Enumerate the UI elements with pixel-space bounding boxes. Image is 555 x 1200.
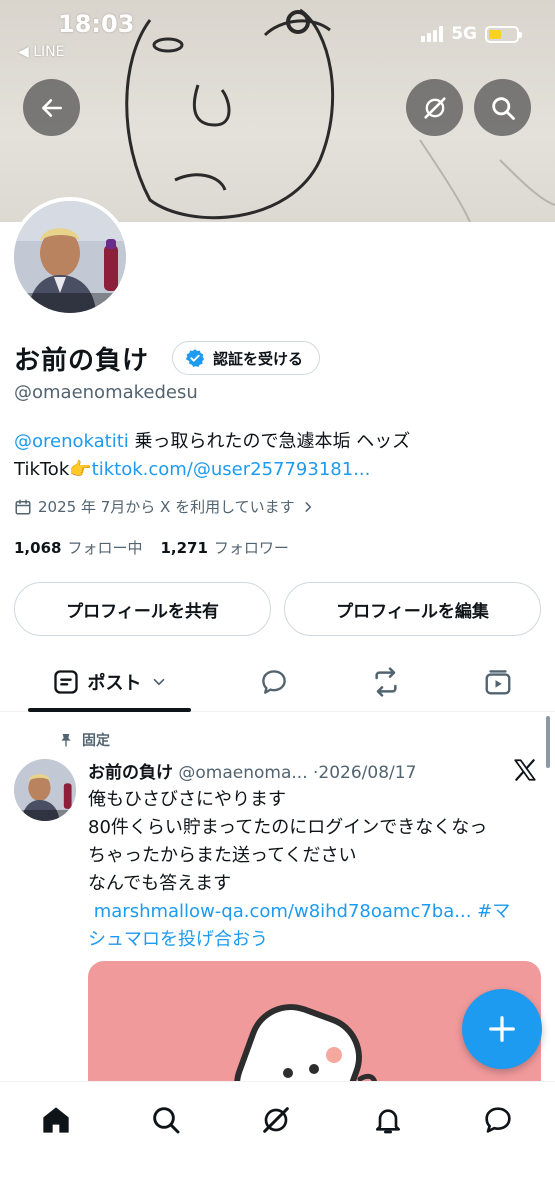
reply-icon — [262, 670, 286, 694]
avatar-photo — [14, 201, 126, 313]
post-author-name[interactable]: お前の負け — [88, 763, 173, 783]
search-icon — [491, 96, 515, 120]
post-line: なんでも答えます — [88, 873, 232, 894]
x-logo-icon — [514, 759, 536, 781]
posts-icon — [53, 670, 78, 694]
back-button[interactable] — [23, 79, 80, 136]
profile-handle: @omaenomakedesu — [14, 382, 198, 403]
edit-profile-button[interactable]: プロフィールを編集 — [284, 582, 541, 636]
nav-grok[interactable] — [256, 1100, 296, 1140]
home-icon — [43, 1107, 69, 1133]
tab-replies[interactable] — [254, 652, 294, 712]
post-body[interactable]: 俺もひさびさにやります 80件くらい貯まってたのにログインできなくなっ ちゃった… — [88, 786, 538, 954]
post-line: ちゃったからまた送ってください — [88, 845, 357, 866]
nav-messages[interactable] — [478, 1100, 518, 1140]
verified-badge-icon — [185, 349, 205, 367]
status-time: 18:03 — [58, 10, 135, 38]
following-stat[interactable]: 1,068 フォロー中 — [14, 537, 142, 558]
post-header: お前の負け @omaenoma... ·2026/08/17 — [88, 758, 416, 783]
joined-date-row[interactable]: 2025 年 7月から X を利用しています — [14, 496, 315, 517]
chevron-right-icon — [305, 501, 311, 512]
bio-mention-link[interactable]: @orenokatiti — [14, 431, 129, 452]
post-author-handle[interactable]: @omaenoma... — [178, 763, 307, 783]
post-hashtag-end[interactable]: シュマロを投げ合おう — [88, 929, 268, 950]
back-to-app-link[interactable]: ◀ LINE — [18, 44, 64, 60]
calendar-icon — [15, 499, 31, 514]
compose-button[interactable] — [462, 989, 542, 1069]
joined-date: 2025 年 7月から X を利用しています — [38, 498, 295, 516]
bio-tiktok-link[interactable]: tiktok.com/@user257793181... — [92, 459, 371, 480]
tab-media[interactable] — [478, 652, 518, 712]
post-link[interactable]: marshmallow-qa.com/w8ihd78oamc7ba... — [94, 901, 472, 922]
followers-count: 1,271 — [160, 539, 208, 557]
pin-icon — [61, 734, 71, 747]
profile-bio: @orenokatiti 乗っ取られたので急遽本垢 ヘッズ TikTok👉tik… — [14, 428, 539, 484]
followers-stat[interactable]: 1,271 フォロワー — [160, 537, 288, 558]
nav-notifications[interactable] — [368, 1100, 408, 1140]
scrollbar[interactable] — [546, 716, 550, 768]
grok-icon — [423, 96, 446, 119]
bottom-navigation — [0, 1081, 555, 1200]
profile-name: お前の負け — [14, 346, 150, 376]
nav-search[interactable] — [146, 1100, 186, 1140]
tab-posts[interactable]: ポスト — [28, 652, 191, 712]
repost-icon — [375, 667, 397, 697]
grok-icon — [263, 1107, 289, 1133]
profile-banner[interactable]: 18:03 ◀ LINE 5G — [0, 0, 555, 222]
battery-icon — [485, 25, 522, 43]
get-verified-label: 認証を受ける — [213, 349, 304, 368]
message-icon — [485, 1107, 511, 1133]
bell-icon — [376, 1109, 400, 1134]
bio-tiktok-prefix: TikTok👉 — [14, 459, 92, 480]
network-type: 5G — [451, 24, 477, 44]
post-hashtag-start[interactable]: #マ — [477, 901, 510, 922]
active-tab-indicator — [28, 708, 191, 712]
post-line: 俺もひさびさにやります — [88, 789, 286, 810]
grok-button[interactable] — [406, 79, 463, 136]
pinned-indicator: 固定 — [58, 730, 110, 750]
profile-tabs: ポスト — [0, 652, 555, 712]
search-button[interactable] — [474, 79, 531, 136]
search-icon — [153, 1107, 180, 1134]
post-date[interactable]: 2026/08/17 — [318, 763, 416, 783]
post-author-avatar[interactable] — [14, 759, 76, 821]
bio-text: 乗っ取られたので急遽本垢 ヘッズ — [128, 431, 411, 452]
tab-reposts[interactable] — [366, 652, 406, 712]
nav-home[interactable] — [36, 1100, 76, 1140]
post-avatar-photo — [14, 759, 76, 821]
video-icon — [485, 670, 511, 695]
pinned-label: 固定 — [82, 733, 110, 749]
get-verified-button[interactable]: 認証を受ける — [172, 341, 321, 375]
following-label: フォロー中 — [67, 539, 143, 557]
follow-stats: 1,068 フォロー中 1,271 フォロワー — [14, 537, 289, 558]
followers-label: フォロワー — [213, 539, 289, 557]
chevron-down-icon — [153, 678, 164, 686]
arrow-left-icon — [41, 98, 62, 117]
signal-icon — [421, 26, 444, 42]
share-profile-button[interactable]: プロフィールを共有 — [14, 582, 271, 636]
following-count: 1,068 — [14, 539, 62, 557]
plus-icon — [489, 1016, 515, 1042]
tab-posts-label: ポスト — [87, 673, 142, 694]
profile-avatar[interactable] — [10, 197, 130, 317]
status-indicators: 5G — [421, 24, 522, 44]
post-line: 80件くらい貯まってたのにログインできなくなっ — [88, 817, 488, 838]
